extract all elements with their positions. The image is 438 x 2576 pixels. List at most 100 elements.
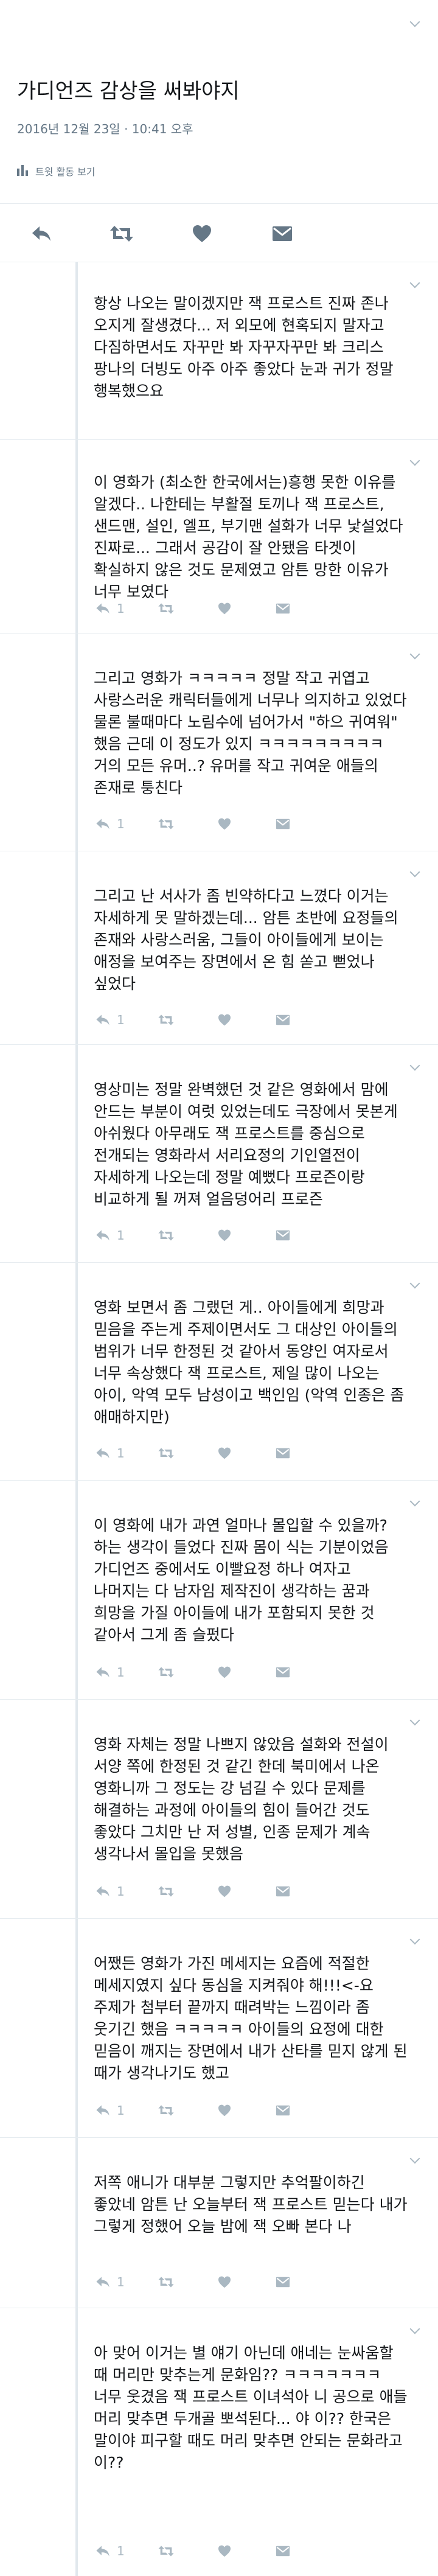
reply-icon[interactable]: [94, 1226, 112, 1244]
chevron-down-icon[interactable]: [409, 1934, 420, 1945]
retweet-icon[interactable]: [157, 2101, 175, 2120]
tweet-text: 아 맞어 이거는 별 얘기 아닌데 애네는 눈싸움할 때 머리만 맞추는게 문화…: [94, 2344, 408, 2471]
chevron-down-icon[interactable]: [409, 867, 420, 878]
tweet-text: 영상미는 정말 완벽했던 것 같은 영화에서 맘에 안드는 부분이 여럿 있었는…: [94, 1081, 398, 1208]
thread-line: [75, 440, 78, 634]
retweet-icon[interactable]: [157, 1882, 175, 1901]
reply-count: 1: [117, 2275, 125, 2289]
retweet-icon[interactable]: [157, 815, 175, 833]
reply-tweet[interactable]: 어쨌든 영화가 가진 메세지는 요즘에 적절한 메세지였지 싶다 동심을 지켜줘…: [0, 1918, 438, 2138]
reply-tweet[interactable]: 이 영화가 (최소한 한국에서는)흥행 못한 이유를 알겠다.. 나한테는 부활…: [0, 439, 438, 634]
thread-line: [75, 262, 78, 440]
message-icon[interactable]: [274, 1444, 292, 1462]
message-icon[interactable]: [274, 599, 292, 618]
retweet-button[interactable]: [107, 219, 136, 248]
like-icon[interactable]: [215, 1444, 234, 1462]
tweet-actions: 1: [94, 2542, 292, 2560]
thread-line: [75, 1481, 78, 1700]
chevron-down-icon[interactable]: [409, 1278, 420, 1289]
like-icon[interactable]: [215, 1882, 234, 1901]
like-icon[interactable]: [215, 1226, 234, 1244]
message-icon[interactable]: [274, 2101, 292, 2120]
tweet-text: 영화 보면서 좀 그랬던 게.. 아이들에게 희망과 믿음을 주는게 주제이면서…: [94, 1299, 405, 1426]
chevron-down-icon[interactable]: [409, 455, 420, 466]
reply-icon[interactable]: [94, 599, 112, 618]
retweet-icon[interactable]: [157, 2273, 175, 2291]
like-icon[interactable]: [215, 599, 234, 618]
reply-count: 1: [117, 601, 125, 616]
chevron-down-icon[interactable]: [409, 1715, 420, 1726]
message-icon: [273, 226, 292, 241]
retweet-icon[interactable]: [157, 1226, 175, 1244]
like-icon[interactable]: [215, 2273, 234, 2291]
message-icon[interactable]: [274, 815, 292, 833]
view-tweet-activity-link[interactable]: 트윗 활동 보기: [17, 162, 96, 180]
reply-tweet[interactable]: 그리고 난 서사가 좀 빈약하다고 느꼈다 이거는 자세하게 못 말하겠는데..…: [0, 851, 438, 1045]
chevron-down-icon[interactable]: [409, 649, 420, 660]
tweet-text: 이 영화가 (최소한 한국에서는)흥행 못한 이유를 알겠다.. 나한테는 부활…: [94, 473, 403, 601]
bar-chart-icon: [17, 164, 28, 178]
tweet-actions: 1: [94, 1882, 292, 1901]
reply-tweet[interactable]: 저쪽 애니가 대부분 그렇지만 추억팔이하긴 좋았네 암튼 난 오늘부터 잭 프…: [0, 2137, 438, 2308]
message-button[interactable]: [268, 219, 297, 248]
reply-button[interactable]: [27, 219, 56, 248]
retweet-icon[interactable]: [157, 1663, 175, 1681]
reply-tweet[interactable]: 영화 보면서 좀 그랬던 게.. 아이들에게 희망과 믿음을 주는게 주제이면서…: [0, 1262, 438, 1481]
like-icon[interactable]: [215, 2101, 234, 2120]
reply-icon[interactable]: [94, 2273, 112, 2291]
tweet-title: 가디언즈 감상을 써봐야지: [17, 79, 240, 103]
message-icon[interactable]: [274, 2273, 292, 2291]
reply-tweet[interactable]: 이 영화에 내가 과연 얼마나 몰입할 수 있을까? 하는 생각이 들었다 진짜…: [0, 1480, 438, 1700]
reply-tweet[interactable]: 영상미는 정말 완벽했던 것 같은 영화에서 맘에 안드는 부분이 여럿 있었는…: [0, 1044, 438, 1263]
reply-tweet[interactable]: 영화 자체는 정말 나쁘지 않았음 설화와 전설이 서양 쪽에 한정된 것 같긴…: [0, 1699, 438, 1919]
chevron-down-icon[interactable]: [409, 277, 420, 288]
like-icon[interactable]: [215, 815, 234, 833]
retweet-icon: [110, 226, 133, 242]
reply-icon[interactable]: [94, 815, 112, 833]
main-tweet: 가디언즈 감상을 써봐야지 2016년 12월 23일 · 10:41 오후 트…: [0, 0, 438, 262]
chevron-down-icon[interactable]: [409, 2153, 420, 2164]
reply-tweet[interactable]: 항상 나오는 말이겠지만 잭 프로스트 진짜 존나 오지게 잘생겼다... 저 …: [0, 262, 438, 440]
chevron-down-icon[interactable]: [409, 16, 420, 27]
action-bar: [0, 219, 438, 256]
chevron-down-icon[interactable]: [409, 1496, 420, 1507]
retweet-icon[interactable]: [157, 599, 175, 618]
reply-icon[interactable]: [94, 1444, 112, 1462]
reply-icon[interactable]: [94, 2101, 112, 2120]
reply-tweet[interactable]: 아 맞어 이거는 별 얘기 아닌데 애네는 눈싸움할 때 머리만 맞추는게 문화…: [0, 2308, 438, 2576]
message-icon[interactable]: [274, 1226, 292, 1244]
reply-count: 1: [117, 1884, 125, 1899]
reply-count: 1: [117, 1665, 125, 1680]
reply-icon[interactable]: [94, 2542, 112, 2560]
reply-count: 1: [117, 1013, 125, 1027]
reply-count: 1: [117, 2103, 125, 2118]
like-icon[interactable]: [215, 1663, 234, 1681]
message-icon[interactable]: [274, 1011, 292, 1029]
reply-icon: [32, 226, 50, 241]
retweet-icon[interactable]: [157, 1444, 175, 1462]
message-icon[interactable]: [274, 2542, 292, 2560]
message-icon[interactable]: [274, 1882, 292, 1901]
message-icon[interactable]: [274, 1663, 292, 1681]
tweet-text: 어쨌든 영화가 가진 메세지는 요즘에 적절한 메세지였지 싶다 동심을 지켜줘…: [94, 1955, 408, 2082]
like-icon[interactable]: [215, 1011, 234, 1029]
reply-tweet[interactable]: 그리고 영화가 ㅋㅋㅋㅋㅋ 정말 작고 귀엽고 사랑스러운 캐릭터들에게 너무나…: [0, 633, 438, 851]
tweet-text: 그리고 난 서사가 좀 빈약하다고 느꼈다 이거는 자세하게 못 말하겠는데..…: [94, 887, 398, 993]
chevron-down-icon[interactable]: [409, 2323, 420, 2334]
tweet-actions: 1: [94, 1444, 292, 1462]
tweet-text: 그리고 영화가 ㅋㅋㅋㅋㅋ 정말 작고 귀엽고 사랑스러운 캐릭터들에게 너무나…: [94, 669, 407, 797]
retweet-icon[interactable]: [157, 2542, 175, 2560]
thread-line: [75, 1045, 78, 1263]
view-tweet-activity-label: 트윗 활동 보기: [35, 166, 96, 178]
like-button[interactable]: [187, 219, 217, 248]
reply-count: 1: [117, 1446, 125, 1461]
reply-icon[interactable]: [94, 1011, 112, 1029]
reply-icon[interactable]: [94, 1882, 112, 1901]
chevron-down-icon[interactable]: [409, 1060, 420, 1071]
reply-icon[interactable]: [94, 1663, 112, 1681]
tweet-actions: 1: [94, 815, 292, 833]
tweet-actions: 1: [94, 1663, 292, 1681]
like-icon[interactable]: [215, 2542, 234, 2560]
retweet-icon[interactable]: [157, 1011, 175, 1029]
tweet-timestamp[interactable]: 2016년 12월 23일 · 10:41 오후: [17, 119, 193, 137]
